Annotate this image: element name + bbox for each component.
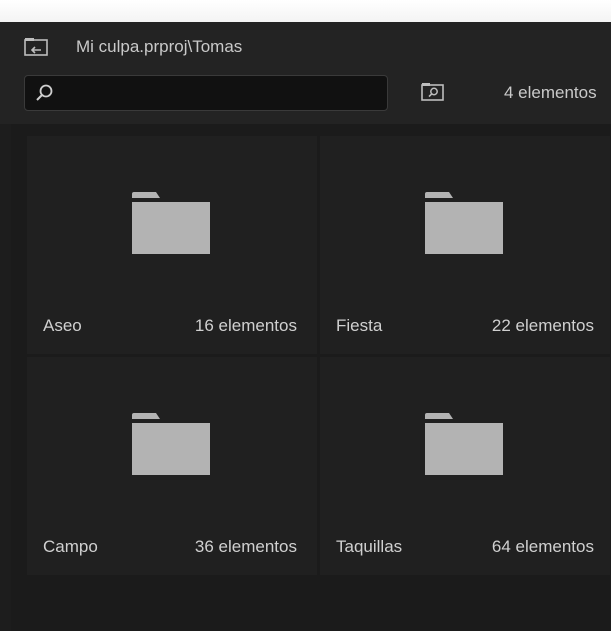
bin-name: Taquillas xyxy=(336,537,403,556)
search-icon xyxy=(36,84,53,101)
folder-icon xyxy=(425,192,503,254)
navigate-up-icon[interactable] xyxy=(24,37,50,57)
bin-name: Campo xyxy=(43,537,98,556)
bin-path: Mi culpa.prproj\Tomas xyxy=(76,37,243,56)
folder-icon xyxy=(425,413,503,475)
bin-item-count: 22 elementos xyxy=(491,316,594,335)
bin-header: Mi culpa.prproj\Tomas 4 elementos xyxy=(0,22,611,124)
bin-tile-aseo[interactable]: Aseo 16 elementos xyxy=(27,136,317,354)
bin-item-count: 16 elementos xyxy=(194,316,297,335)
path-row: Mi culpa.prproj\Tomas xyxy=(24,36,242,58)
background-strip xyxy=(0,0,611,22)
folder-icon xyxy=(132,192,210,254)
find-bin-icon[interactable] xyxy=(421,82,445,102)
bin-name: Aseo xyxy=(43,316,82,335)
bin-grid: Aseo 16 elementos Fiesta 22 elementos Ca… xyxy=(11,124,611,631)
folder-icon xyxy=(132,413,210,475)
search-field[interactable] xyxy=(24,75,388,111)
bin-tile-fiesta[interactable]: Fiesta 22 elementos xyxy=(320,136,610,354)
item-count: 4 elementos xyxy=(504,83,597,102)
bin-tile-campo[interactable]: Campo 36 elementos xyxy=(27,357,317,575)
bin-item-count: 36 elementos xyxy=(194,537,297,556)
search-input[interactable] xyxy=(59,80,383,108)
bin-item-count: 64 elementos xyxy=(491,537,594,556)
bin-name: Fiesta xyxy=(336,316,383,335)
bin-tile-taquillas[interactable]: Taquillas 64 elementos xyxy=(320,357,610,575)
